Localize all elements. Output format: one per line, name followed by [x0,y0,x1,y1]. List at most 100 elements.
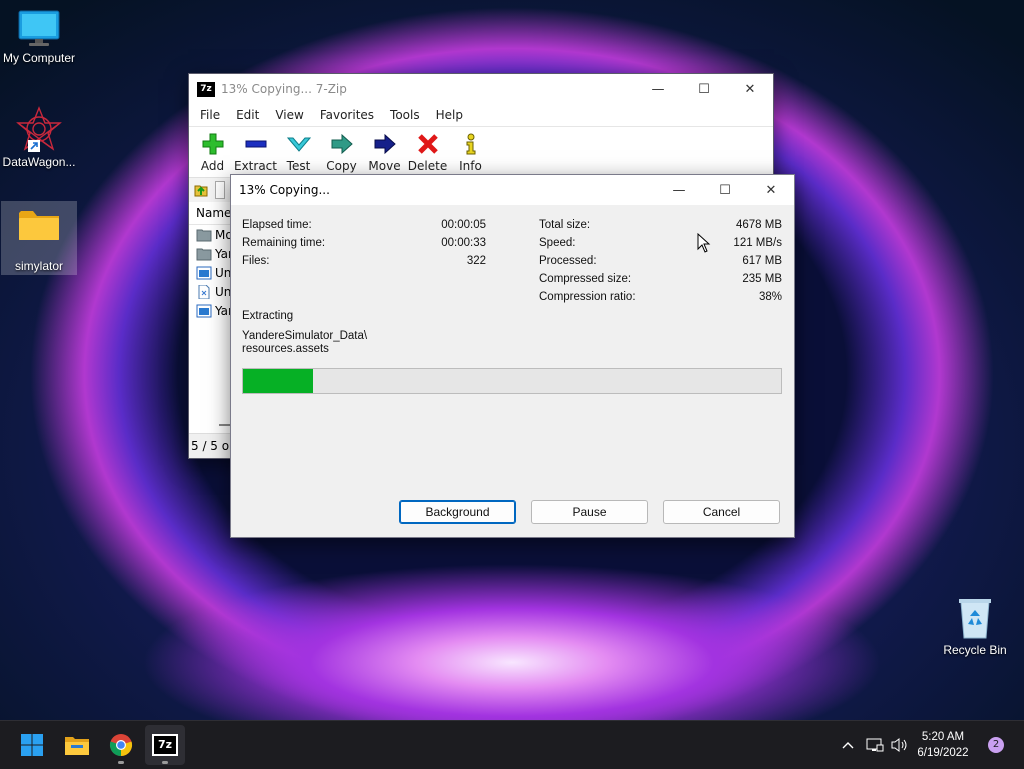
menu-favorites[interactable]: Favorites [312,108,382,122]
extract-button[interactable]: Extract [234,127,277,173]
menu-file[interactable]: File [192,108,228,122]
clock-time: 5:20 AM [921,731,965,743]
menu-bar: File Edit View Favorites Tools Help [189,104,773,126]
folder-icon [17,207,61,243]
delete-button[interactable]: Delete [406,127,449,173]
progress-dialog: 13% Copying... — ☐ ✕ Elapsed time: 00:00… [230,174,795,538]
up-folder-icon[interactable] [193,182,209,198]
speed-label: Speed: [539,237,576,249]
compressed-size-label: Compressed size: [539,273,632,285]
taskbar: 7z 5:20 AM 6/19/2022 2 [0,720,1024,769]
desktop-icon-recycle-bin[interactable]: Recycle Bin [937,596,1013,662]
minimize-button[interactable]: — [656,175,702,205]
test-button[interactable]: Test [277,127,320,173]
extract-label: Extract [234,159,277,173]
desktop-icon-simylator[interactable]: simylator [1,201,77,275]
app-icon [196,266,212,279]
taskbar-7zip[interactable]: 7z [145,725,185,765]
taskbar-file-explorer[interactable] [57,725,97,765]
background-button[interactable]: Background [399,500,516,524]
maximize-button[interactable]: ☐ [681,74,727,104]
active-indicator [162,761,168,764]
network-button[interactable] [864,721,886,769]
info-icon [466,133,475,155]
extract-icon [245,140,266,148]
compressed-size-value: 235 MB [742,273,782,285]
menu-help[interactable]: Help [428,108,471,122]
info-button[interactable]: Info [449,127,492,173]
close-button[interactable]: ✕ [727,74,773,104]
notification-center-button[interactable]: 2 [984,721,1008,769]
delete-label: Delete [407,159,448,173]
desktop-icon-label: Recycle Bin [943,643,1007,657]
app-icon [196,304,212,317]
volume-icon [891,738,907,752]
files-value: 322 [466,255,486,267]
taskbar-chrome[interactable] [101,725,141,765]
compression-ratio-label: Compression ratio: [539,291,636,303]
progress-titlebar: 13% Copying... — ☐ ✕ [231,175,794,205]
volume-button[interactable] [889,721,911,769]
add-button[interactable]: Add [191,127,234,173]
desktop-icon-my-computer[interactable]: My Computer [1,8,77,74]
chevron-up-icon [842,742,854,749]
copy-button[interactable]: Copy [320,127,363,173]
network-icon [866,738,884,752]
start-icon [21,734,43,756]
total-size-value: 4678 MB [735,219,782,231]
processed-value: 617 MB [742,255,782,267]
start-button[interactable] [12,725,52,765]
add-icon [202,133,223,155]
menu-view[interactable]: View [267,108,311,122]
running-indicator [118,761,124,764]
add-label: Add [200,159,225,173]
desktop-icon-label: My Computer [2,51,76,65]
recycle-bin-icon [955,596,995,640]
monitor-icon [17,8,61,48]
delete-icon [417,134,438,154]
address-input[interactable] [215,181,225,199]
total-size-label: Total size: [539,219,591,231]
7zip-icon: 7z [152,734,178,756]
progress-bar [242,368,782,394]
datawagon-icon [16,106,62,152]
close-button[interactable]: ✕ [748,175,794,205]
folder-icon [196,248,212,260]
move-button[interactable]: Move [363,127,406,173]
7zip-app-icon: 7z [197,81,215,97]
remaining-time-value: 00:00:33 [441,237,486,249]
move-icon [374,133,396,155]
desktop-icon-label: DataWagon... [2,155,76,169]
progress-bar-fill [243,369,313,393]
menu-edit[interactable]: Edit [228,108,267,122]
minimize-button[interactable]: — [635,74,681,104]
copy-icon [331,133,353,155]
processed-label: Processed: [539,255,597,267]
pause-button[interactable]: Pause [531,500,648,524]
folder-icon [196,229,212,241]
clock[interactable]: 5:20 AM 6/19/2022 [912,721,974,769]
current-file-path-line1: YandereSimulator_Data\ [242,330,368,342]
move-label: Move [368,159,401,173]
remaining-time-label: Remaining time: [242,237,326,249]
compression-ratio-value: 38% [758,291,782,303]
mouse-cursor-icon [697,233,711,253]
show-hidden-icons-button[interactable] [838,721,858,769]
toolbar: Add Extract Test Copy Move Delete Info [189,126,773,178]
test-icon [286,137,311,152]
info-label: Info [459,159,482,173]
desktop-icon-datawagon[interactable]: DataWagon... [1,106,77,174]
chrome-icon [109,734,133,757]
main-window-titlebar: 7z 13% Copying... 7-Zip — ☐ ✕ [189,74,773,104]
copy-label: Copy [326,159,357,173]
notification-badge: 2 [988,737,1004,753]
file-explorer-icon [65,737,89,755]
cancel-button[interactable]: Cancel [663,500,780,524]
operation-label: Extracting [242,310,294,322]
files-label: Files: [242,255,270,267]
window-title: 13% Copying... 7-Zip [221,82,347,96]
desktop-icon-label: simylator [14,259,63,273]
elapsed-time-value: 00:00:05 [441,219,486,231]
menu-tools[interactable]: Tools [382,108,428,122]
maximize-button[interactable]: ☐ [702,175,748,205]
